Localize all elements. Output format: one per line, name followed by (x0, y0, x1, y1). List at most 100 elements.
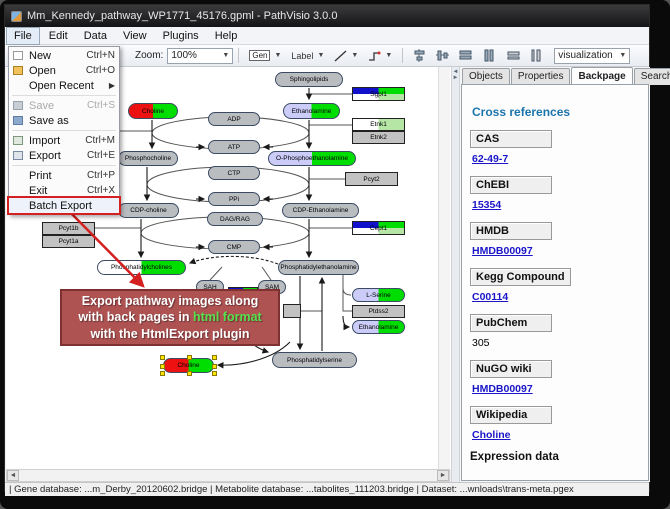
side-panel-tabs: ObjectsPropertiesBackpageSearchLegend (462, 68, 670, 85)
title-bar[interactable]: Mm_Kennedy_pathway_WP1771_45176.gpml - P… (5, 5, 649, 27)
chevron-down-icon: ▼ (222, 52, 229, 59)
toolbar-separator (402, 48, 403, 63)
expression-data-heading: Expression data (470, 451, 640, 463)
pathway-node-atp[interactable]: ATP (208, 140, 260, 154)
menu-item-print[interactable]: PrintCtrl+P (9, 168, 119, 183)
pathway-node-cmp[interactable]: CMP (208, 240, 260, 254)
menu-item-exit[interactable]: ExitCtrl+X (9, 183, 119, 198)
menu-item-batch-export[interactable]: Batch Export (9, 198, 119, 213)
menu-shortcut: Ctrl+X (87, 185, 115, 196)
common-height-button[interactable] (479, 47, 501, 64)
stack-horizontal-button[interactable] (503, 47, 524, 64)
save-as-icon (11, 115, 25, 126)
node-label: ADP (227, 116, 240, 123)
menu-shortcut: Ctrl+E (87, 150, 115, 161)
menubar-item-edit[interactable]: Edit (42, 28, 75, 44)
tab-backpage[interactable]: Backpage (571, 67, 632, 84)
new-line-button[interactable]: ▼ (330, 47, 362, 64)
zoom-combobox[interactable]: 100%▼ (167, 48, 233, 64)
canvas-horizontal-scrollbar[interactable]: ◄ ► (6, 469, 450, 482)
pathway-node-cept1[interactable]: Cept1 (352, 221, 405, 235)
xref-link[interactable]: HMDB00097 (472, 383, 640, 395)
pathway-node-etnk1[interactable]: Etnk1 (352, 118, 405, 131)
pathway-node-sphingolipids[interactable]: Sphingolipids (275, 72, 343, 87)
visualization-combobox[interactable]: visualization▼ (554, 48, 630, 64)
align-middle-button[interactable] (432, 47, 453, 64)
pathway-node-ctp[interactable]: CTP (208, 166, 260, 180)
pathway-node-cdp-choline[interactable]: CDP-choline (118, 203, 179, 218)
new-file-icon (11, 50, 25, 61)
xref-source-name: PubChem (470, 314, 552, 332)
new-connector-button[interactable]: ▼ (364, 47, 396, 64)
menu-item-open[interactable]: OpenCtrl+O (9, 63, 119, 78)
menu-item-open-recent[interactable]: Open Recent▶ (9, 78, 119, 93)
new-label-button[interactable]: Label ▼ (287, 47, 328, 64)
pathway-node-adp[interactable]: ADP (208, 112, 260, 126)
menubar-item-help[interactable]: Help (208, 28, 245, 44)
pathway-node-o-phosphoethanolamine[interactable]: O-Phosphoethanolamine (268, 151, 356, 166)
menubar-item-plugins[interactable]: Plugins (156, 28, 206, 44)
pathway-node-pcyt2[interactable]: Pcyt2 (345, 172, 398, 186)
scroll-right-icon[interactable]: ► (437, 470, 449, 481)
tab-search[interactable]: Search (634, 68, 670, 85)
pathway-node-choline[interactable]: Choline (128, 103, 178, 119)
pathway-node-pcyt1a[interactable]: Pcyt1a (42, 235, 95, 248)
align-center-button[interactable] (409, 47, 430, 64)
pathway-node-phosphatidylserine[interactable]: Phosphatidylserine (272, 352, 357, 368)
menu-item-label: Import (29, 135, 85, 147)
tab-properties[interactable]: Properties (511, 68, 571, 85)
pathway-node-ppi[interactable]: PPi (208, 192, 260, 206)
menu-separator (12, 95, 116, 96)
menubar-item-view[interactable]: View (116, 28, 154, 44)
pathway-node-pcyt1b[interactable]: Pcyt1b (42, 222, 95, 235)
xref-source-name: ChEBI (470, 176, 552, 194)
status-text: | Gene database: ...m_Derby_20120602.bri… (9, 484, 574, 495)
xref-section-wikipedia: WikipediaCholine (470, 405, 640, 441)
xref-source-name: CAS (470, 130, 552, 148)
xref-link[interactable]: Choline (472, 429, 640, 441)
menu-item-save-as[interactable]: Save as (9, 113, 119, 128)
tab-objects[interactable]: Objects (462, 68, 510, 85)
common-width-button[interactable] (455, 47, 477, 64)
pathway-node-ethanolamine[interactable]: Ethanolamine (283, 103, 340, 119)
xref-link[interactable]: HMDB00097 (472, 245, 640, 257)
pathway-node-dag-rag[interactable]: DAG/RAG (207, 212, 263, 226)
pathway-node-phosphatidylethanolamine[interactable]: Phosphatidylethanolamine (278, 260, 359, 275)
menu-item-export[interactable]: ExportCtrl+E (9, 148, 119, 163)
pathway-node[interactable] (283, 304, 301, 318)
pathway-node-ptdss2[interactable]: Ptdss2 (352, 305, 405, 318)
pathway-node-cdp-ethanolamine[interactable]: CDP-Ethanolamine (282, 203, 359, 218)
pathway-node-phosphatidylcholines[interactable]: Phosphatidylcholines (97, 260, 186, 275)
node-label: Phosphatidylserine (287, 357, 342, 364)
pathway-node-ethanolamine[interactable]: Ethanolamine (352, 320, 405, 334)
menu-item-save[interactable]: SaveCtrl+S (9, 98, 119, 113)
menubar-item-data[interactable]: Data (77, 28, 114, 44)
file-menu-dropdown: NewCtrl+NOpenCtrl+OOpen Recent▶ SaveCtrl+… (8, 46, 120, 215)
node-label: PPi (229, 196, 239, 203)
chevron-down-icon: ▼ (619, 52, 626, 59)
pathway-node-etnk2[interactable]: Etnk2 (352, 131, 405, 144)
pathway-node-l-serine[interactable]: L-Serine (352, 288, 405, 302)
new-datanode-button[interactable]: Gen ▼ (245, 47, 285, 64)
canvas-vertical-scrollbar[interactable] (438, 67, 450, 469)
xref-section-kegg-compound: Kegg CompoundC00114 (470, 267, 640, 303)
xref-link[interactable]: C00114 (472, 291, 640, 303)
scroll-left-icon[interactable]: ◄ (7, 470, 19, 481)
xref-link[interactable]: 15354 (472, 199, 640, 211)
pathway-node-sgpl1[interactable]: Sgpl1 (352, 87, 405, 101)
pathway-node-choline[interactable]: Choline (163, 358, 214, 373)
xref-link[interactable]: 62-49-7 (472, 153, 640, 165)
node-label: Sgpl1 (370, 91, 387, 98)
common-height-icon (483, 49, 497, 62)
pathway-node-phosphocholine[interactable]: Phosphocholine (118, 151, 178, 166)
node-label: L-Serine (366, 292, 391, 299)
stack-vertical-button[interactable] (526, 47, 547, 64)
menu-item-import[interactable]: ImportCtrl+M (9, 133, 119, 148)
node-label: Choline (142, 108, 164, 115)
menu-item-new[interactable]: NewCtrl+N (9, 48, 119, 63)
menu-item-label: Open Recent (29, 80, 109, 92)
menubar-item-file[interactable]: File (6, 27, 40, 45)
panel-splitter[interactable]: ◄► (451, 67, 460, 482)
collapse-right-icon[interactable]: ► (453, 75, 459, 81)
node-label: Ptdss2 (369, 308, 389, 315)
